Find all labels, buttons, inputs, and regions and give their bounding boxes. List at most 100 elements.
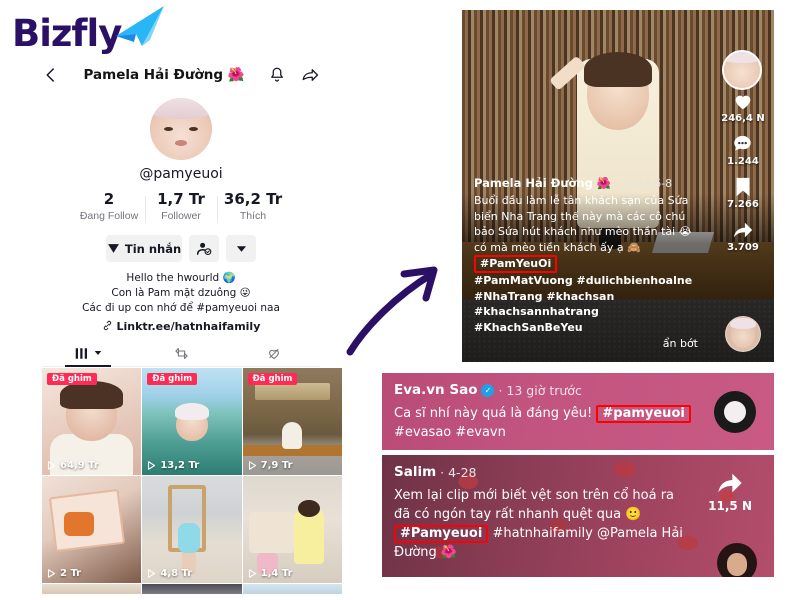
view-count: 64,9 Tr xyxy=(47,460,99,471)
video-subject-hair xyxy=(583,52,653,88)
profile-link-label: Linktr.ee/hatnhaifamily xyxy=(116,320,261,333)
show-less-button[interactable]: ẩn bớt xyxy=(474,337,698,350)
grid-item[interactable]: 1,4 Tr xyxy=(242,476,342,583)
thumb-art xyxy=(248,512,295,554)
tab-reposts[interactable] xyxy=(135,340,228,366)
video-author-row[interactable]: Pamela Hải Đường 🌺 · 2023-6-8 xyxy=(474,176,698,190)
comment-button[interactable]: 1.244 xyxy=(727,133,759,167)
share-count: 3.709 xyxy=(727,242,759,253)
profile-avatar[interactable] xyxy=(150,98,212,160)
profile-stats: 2 Đang Follow 1,7 Tr Follower 36,2 Tr Th… xyxy=(20,190,342,222)
bio-line-3: Các đi up con nhớ để #pamyeuoi naa xyxy=(82,302,280,314)
video-grid: Đã ghim 64,9 Tr Đã ghim 13,2 Tr Đã ghim … xyxy=(42,368,342,583)
hashtag-line-2[interactable]: #NhaTrang #khachsan xyxy=(474,289,698,305)
grid-item[interactable]: Đã ghim 13,2 Tr xyxy=(142,368,242,475)
comment-card[interactable]: Eva.vn Sao ✓ · 13 giờ trước Ca sĩ nhí nà… xyxy=(382,373,774,450)
share-button[interactable]: 3.709 xyxy=(727,219,759,253)
highlighted-hashtag[interactable]: #pamyeuoi xyxy=(596,405,691,423)
thumb-art xyxy=(282,421,303,450)
play-icon xyxy=(47,461,56,470)
avatar-face xyxy=(726,553,748,576)
video-player[interactable]: 246,4 N 1.244 7.266 3.709 Pamela Hải Đườ… xyxy=(462,10,774,362)
tab-videos[interactable] xyxy=(42,340,135,366)
comment-author-name: Salim xyxy=(394,464,437,480)
video-author-avatar[interactable] xyxy=(722,50,762,90)
chevron-down-icon xyxy=(94,351,102,355)
grid-item[interactable]: 4,8 Tr xyxy=(142,476,242,583)
comment-count: 1.244 xyxy=(727,156,759,167)
grid-item[interactable]: 2 Tr xyxy=(42,476,142,583)
avatar-eye-right xyxy=(188,126,198,131)
grid-item[interactable]: Đã ghim 7,9 Tr xyxy=(242,368,342,475)
share-icon[interactable] xyxy=(300,66,320,84)
grid-item-partial[interactable] xyxy=(42,584,142,594)
stat-label: Thích xyxy=(239,210,267,222)
highlighted-hashtag[interactable]: #PamYeuOi xyxy=(474,255,558,273)
add-friend-button[interactable] xyxy=(189,235,219,262)
message-button[interactable]: Tin nhắn xyxy=(106,235,182,262)
bookmark-icon xyxy=(736,177,750,197)
video-date: · 2023-6-8 xyxy=(615,177,673,190)
heart-lock-icon xyxy=(268,348,279,359)
hashtag-line-1[interactable]: #PamMatVuong #dulichbienhoalne xyxy=(474,273,698,289)
play-icon xyxy=(248,569,256,578)
hashtag-line-3[interactable]: #khachsannhatrang #KhachSanBeYeu xyxy=(474,304,698,335)
pinned-badge: Đã ghim xyxy=(47,373,97,385)
avatar-hat xyxy=(150,98,212,120)
comment-author-name: Eva.vn Sao xyxy=(394,382,478,398)
grid-icon xyxy=(75,347,87,359)
comment-avatar[interactable] xyxy=(714,391,756,433)
comment-card[interactable]: Salim · 4-28 Xem lại clip mới biết vệt s… xyxy=(382,455,774,577)
more-options-button[interactable] xyxy=(226,235,256,262)
comment-time: · 4-28 xyxy=(440,464,477,480)
profile-topbar: Pamela Hải Đường 🌺 xyxy=(20,58,342,92)
share-arrow-icon xyxy=(718,473,742,493)
comment-text-before: Ca sĩ nhí này quá là đáng yêu! xyxy=(394,406,597,421)
profile-tabs xyxy=(42,340,320,367)
chevron-left-icon[interactable] xyxy=(42,66,60,84)
comment-share-button[interactable]: 11,5 N xyxy=(708,469,752,513)
bookmark-button[interactable]: 7.266 xyxy=(727,176,759,210)
comment-text-before: Xem lại clip mới biết vệt son trên cổ ho… xyxy=(394,488,675,522)
view-count-label: 4,8 Tr xyxy=(160,568,193,579)
grid-item-partial[interactable] xyxy=(242,584,342,594)
thumb-art xyxy=(254,382,331,401)
stat-following[interactable]: 2 Đang Follow xyxy=(73,190,145,222)
thumb-art xyxy=(178,523,200,554)
comment-body: Xem lại clip mới biết vệt son trên cổ ho… xyxy=(394,486,694,562)
comment-share-count: 11,5 N xyxy=(708,499,752,513)
bio-line-2: Con là Pam mặt dzuông 😜 xyxy=(111,287,251,299)
highlighted-hashtag[interactable]: #Pamyeuoi xyxy=(394,525,489,543)
add-user-icon xyxy=(196,242,211,256)
video-author-name: Pamela Hải Đường 🌺 xyxy=(474,176,612,190)
view-count: 13,2 Tr xyxy=(147,460,199,471)
comment-avatar[interactable] xyxy=(717,543,757,577)
profile-link[interactable]: Linktr.ee/hatnhaifamily xyxy=(20,320,342,333)
pinned-badge: Đã ghim xyxy=(147,373,198,385)
view-count-label: 1,4 Tr xyxy=(260,568,293,579)
avatar-disc xyxy=(724,401,746,423)
grid-item-partial[interactable] xyxy=(142,584,242,594)
video-action-rail: 246,4 N 1.244 7.266 3.709 xyxy=(720,90,766,253)
link-icon xyxy=(103,320,111,331)
video-caption: Pamela Hải Đường 🌺 · 2023-6-8 Buổi đầu l… xyxy=(474,176,698,350)
stat-followers[interactable]: 1,7 Tr Follower xyxy=(145,190,217,222)
view-count: 2 Tr xyxy=(47,568,81,579)
grid-item[interactable]: Đã ghim 64,9 Tr xyxy=(42,368,142,475)
profile-panel: Pamela Hải Đường 🌺 @pamyeuoi 2 Đang Foll… xyxy=(20,58,342,594)
topbar-actions xyxy=(268,66,320,84)
video-caption-text: Buổi đầu làm lễ tân khách sạn của Sứa bi… xyxy=(474,193,698,273)
pinned-badge: Đã ghim xyxy=(247,373,298,385)
tab-liked[interactable] xyxy=(227,340,320,366)
view-count-label: 2 Tr xyxy=(60,568,82,579)
video-music-avatar[interactable] xyxy=(725,316,761,352)
thumb-art xyxy=(63,512,94,536)
verified-badge-icon: ✓ xyxy=(481,383,495,397)
stat-label: Đang Follow xyxy=(79,210,139,222)
thumb-art xyxy=(175,403,209,421)
like-button[interactable]: 246,4 N xyxy=(721,90,765,124)
stat-likes[interactable]: 36,2 Tr Thích xyxy=(217,190,289,222)
stat-label: Follower xyxy=(161,210,201,222)
bio-line-1: Hello the hwourld 🌍 xyxy=(126,272,236,284)
bell-icon[interactable] xyxy=(268,66,286,84)
